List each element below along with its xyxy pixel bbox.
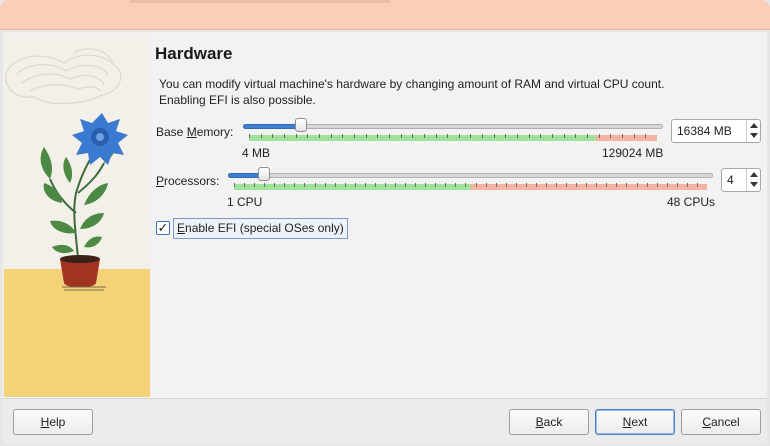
base-memory-slider-handle[interactable] [294, 118, 307, 132]
flower-head [72, 113, 128, 165]
base-memory-label-mnemonic: M [186, 125, 197, 139]
enable-efi-label-mnemonic: E [177, 221, 186, 235]
titlebar-ghost-text [130, 0, 390, 3]
processors-spinbox[interactable]: 4 [721, 168, 761, 192]
base-memory-slider-fill [243, 124, 301, 129]
efi-checkmark-icon[interactable]: ✓ [156, 221, 170, 235]
base-memory-spin-arrows[interactable] [746, 120, 760, 142]
plant-illustration [4, 48, 150, 397]
base-memory-label: Base Memory: [156, 125, 233, 139]
enable-efi-label-suffix: nable EFI (special OSes only) [185, 221, 344, 235]
cancel-label: ancel [710, 415, 740, 429]
processors-slider[interactable] [228, 167, 713, 191]
processors-label-suffix: rocessors: [164, 174, 220, 188]
processors-spin-arrows[interactable] [746, 169, 760, 191]
cancel-mnemonic: C [702, 415, 711, 429]
base-memory-slider[interactable] [243, 118, 663, 142]
cloud-scribble [5, 48, 122, 105]
processors-label-mnemonic: P [156, 174, 165, 188]
spin-up-icon[interactable] [750, 172, 758, 177]
next-button[interactable]: Next [595, 409, 675, 435]
processors-max-label: 48 CPUs [667, 195, 716, 209]
wizard-button-bar: Help Back Next Cancel [3, 398, 767, 444]
base-memory-label-suffix: emory: [196, 125, 234, 139]
page-title: Hardware [155, 44, 233, 63]
spin-down-icon[interactable] [750, 182, 758, 187]
processors-label: Processors: [156, 174, 219, 188]
base-memory-value[interactable]: 16384 MB [677, 124, 732, 138]
spin-up-icon[interactable] [750, 123, 758, 128]
wizard-side-illustration [4, 33, 150, 397]
back-label: ack [543, 415, 563, 429]
processors-slider-ticks [234, 183, 707, 190]
next-label: ext [631, 415, 648, 429]
cancel-button[interactable]: Cancel [681, 409, 761, 435]
help-label: elp [49, 415, 66, 429]
base-memory-slider-ticks [249, 134, 657, 141]
processors-slider-handle[interactable] [258, 167, 271, 181]
window-titlebar[interactable] [0, 0, 770, 30]
base-memory-min-label: 4 MB [242, 146, 271, 160]
processors-value[interactable]: 4 [727, 173, 734, 187]
enable-efi-label[interactable]: Enable EFI (special OSes only) [173, 218, 348, 239]
back-mnemonic: B [535, 415, 544, 429]
back-button[interactable]: Back [509, 409, 589, 435]
page-description: You can modify virtual machine's hardwar… [159, 77, 665, 107]
help-button[interactable]: Help [13, 409, 93, 435]
hardware-wizard-dialog: Hardware You can modify virtual machine'… [3, 32, 767, 444]
processors-min-label: 1 CPU [227, 195, 263, 209]
base-memory-label-prefix: Base [156, 125, 187, 139]
table-surface [4, 269, 150, 397]
processors-slider-groove [228, 173, 713, 178]
base-memory-spinbox[interactable]: 16384 MB [671, 119, 761, 143]
base-memory-max-label: 129024 MB [602, 146, 664, 160]
spin-down-icon[interactable] [750, 133, 758, 138]
